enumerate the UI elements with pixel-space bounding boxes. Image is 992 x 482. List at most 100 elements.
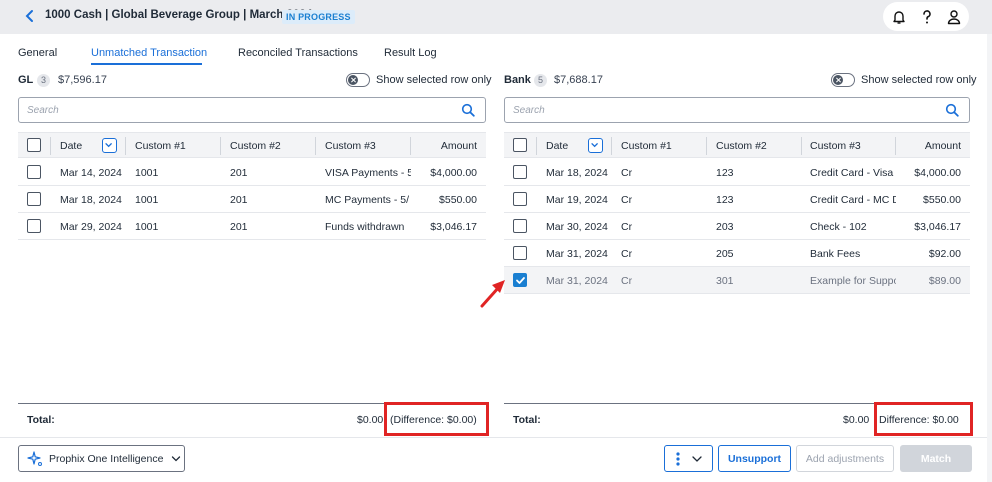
match-button[interactable]: Match	[900, 445, 972, 472]
gl-difference-highlight	[384, 402, 489, 436]
bank-search-box	[504, 97, 970, 123]
table-row[interactable]: Mar 30, 2024 Cr 203 Check - 102 $3,046.17	[504, 213, 970, 240]
cell-date: Mar 18, 2024	[546, 167, 608, 179]
table-row[interactable]: Mar 19, 2024 Cr 123 Credit Card - MC D $550.…	[504, 186, 970, 213]
row-checkbox[interactable]	[27, 219, 41, 233]
user-icon[interactable]	[946, 9, 962, 25]
cell-date: Mar 31, 2024	[546, 248, 608, 260]
cell-custom1: 1001	[135, 221, 159, 233]
cell-date: Mar 29, 2024	[60, 221, 122, 233]
checkmark-icon	[516, 277, 525, 284]
row-checkbox[interactable]	[513, 246, 527, 260]
prophix-intelligence-label: Prophix One Intelligence	[49, 452, 164, 465]
bank-col-custom1[interactable]: Custom #1	[621, 140, 672, 152]
cell-amount: $4,000.00	[430, 167, 477, 179]
row-checkbox[interactable]	[513, 192, 527, 206]
column-divider	[410, 137, 411, 155]
cell-custom2: 301	[716, 275, 734, 287]
row-checkbox[interactable]	[513, 165, 527, 179]
row-checkbox[interactable]	[27, 165, 41, 179]
sort-chevron-icon[interactable]	[588, 138, 603, 153]
search-icon[interactable]	[461, 103, 475, 117]
tab-general[interactable]: General	[18, 47, 57, 59]
active-tab-indicator	[91, 63, 202, 65]
toggle-knob-icon	[348, 75, 358, 85]
gl-select-all-checkbox[interactable]	[27, 138, 41, 152]
table-row[interactable]: Mar 31, 2024 Cr 205 Bank Fees $92.00	[504, 240, 970, 267]
cell-custom2: 201	[230, 167, 248, 179]
chevron-left-icon[interactable]	[24, 9, 36, 23]
bank-difference-highlight	[874, 402, 973, 436]
chevron-down-icon	[692, 455, 702, 462]
table-row[interactable]: Mar 18, 2024 Cr 123 Credit Card - Visa I $4,…	[504, 159, 970, 186]
bank-table-header: Date Custom #1 Custom #2 Custom #3 Amoun…	[504, 132, 970, 158]
cell-amount: $3,046.17	[430, 221, 477, 233]
column-divider	[895, 137, 896, 155]
bank-count-badge: 5	[534, 74, 547, 87]
gl-col-custom3[interactable]: Custom #3	[325, 140, 376, 152]
cell-custom3: VISA Payments - 5	[325, 167, 411, 179]
page-title: 1000 Cash | Global Beverage Group | Marc…	[45, 9, 313, 21]
bell-icon[interactable]	[891, 9, 907, 25]
status-badge: IN PROGRESS	[282, 10, 355, 24]
column-divider	[50, 137, 51, 155]
cell-custom1: Cr	[621, 194, 633, 206]
row-checkbox[interactable]	[513, 273, 527, 287]
add-adjustments-button[interactable]: Add adjustments	[796, 445, 894, 472]
gl-col-custom1[interactable]: Custom #1	[135, 140, 186, 152]
sort-chevron-icon[interactable]	[102, 138, 117, 153]
cell-amount: $92.00	[928, 248, 961, 260]
cell-amount: $550.00	[923, 194, 961, 206]
table-row[interactable]: Mar 31, 2024 Cr 301 Example for Suppo $89.00	[504, 267, 970, 294]
gl-count-badge: 3	[37, 74, 50, 87]
cell-date: Mar 14, 2024	[60, 167, 122, 179]
toggle-knob-icon	[833, 75, 843, 85]
row-checkbox[interactable]	[27, 192, 41, 206]
cell-amount: $3,046.17	[914, 221, 961, 233]
scrollbar[interactable]	[987, 34, 992, 482]
cell-date: Mar 18, 2024	[60, 194, 122, 206]
gl-table-header: Date Custom #1 Custom #2 Custom #3 Amoun…	[18, 132, 486, 158]
column-divider	[220, 137, 221, 155]
gl-label: GL	[18, 74, 34, 86]
more-actions-button[interactable]	[664, 445, 713, 472]
gl-col-date[interactable]: Date	[60, 140, 82, 152]
gl-col-amount[interactable]: Amount	[441, 140, 477, 152]
cell-custom1: 1001	[135, 194, 159, 206]
table-row[interactable]: Mar 29, 2024 1001 201 Funds withdrawn $3,046…	[18, 213, 486, 240]
gl-show-selected-toggle[interactable]	[346, 73, 370, 87]
column-divider	[611, 137, 612, 155]
cell-date: Mar 30, 2024	[546, 221, 608, 233]
bank-col-custom3[interactable]: Custom #3	[810, 140, 861, 152]
bank-toggle-label: Show selected row only	[861, 74, 977, 86]
table-row[interactable]: Mar 14, 2024 1001 201 VISA Payments - 5 $4,0…	[18, 159, 486, 186]
tab-unmatched-transaction[interactable]: Unmatched Transaction	[91, 47, 207, 59]
bank-col-date[interactable]: Date	[546, 140, 568, 152]
help-icon[interactable]	[919, 9, 935, 25]
row-checkbox[interactable]	[513, 219, 527, 233]
bank-col-amount[interactable]: Amount	[925, 140, 961, 152]
tab-result-log[interactable]: Result Log	[384, 47, 437, 59]
gl-total-label: Total:	[27, 414, 55, 426]
gl-col-custom2[interactable]: Custom #2	[230, 140, 281, 152]
bank-select-all-checkbox[interactable]	[513, 138, 527, 152]
cell-custom3: Example for Suppo	[810, 275, 896, 287]
gl-toggle-label: Show selected row only	[376, 74, 492, 86]
gl-search-input[interactable]	[27, 103, 407, 117]
cell-custom3: Funds withdrawn	[325, 221, 405, 233]
gl-total: $7,596.17	[58, 74, 107, 86]
tab-reconciled-transactions[interactable]: Reconciled Transactions	[238, 47, 358, 59]
unsupport-button[interactable]: Unsupport	[718, 445, 791, 472]
bank-label: Bank	[504, 74, 531, 86]
cell-custom3: Bank Fees	[810, 248, 861, 260]
bank-total: $7,688.17	[554, 74, 603, 86]
table-row[interactable]: Mar 18, 2024 1001 201 MC Payments - 5/ $550.…	[18, 186, 486, 213]
prophix-intelligence-button[interactable]: Prophix One Intelligence	[18, 445, 185, 472]
bank-col-custom2[interactable]: Custom #2	[716, 140, 767, 152]
cell-custom3: MC Payments - 5/	[325, 194, 410, 206]
bank-search-input[interactable]	[513, 103, 893, 117]
footer-divider	[0, 437, 992, 438]
bank-show-selected-toggle[interactable]	[831, 73, 855, 87]
search-icon[interactable]	[945, 103, 959, 117]
column-divider	[706, 137, 707, 155]
